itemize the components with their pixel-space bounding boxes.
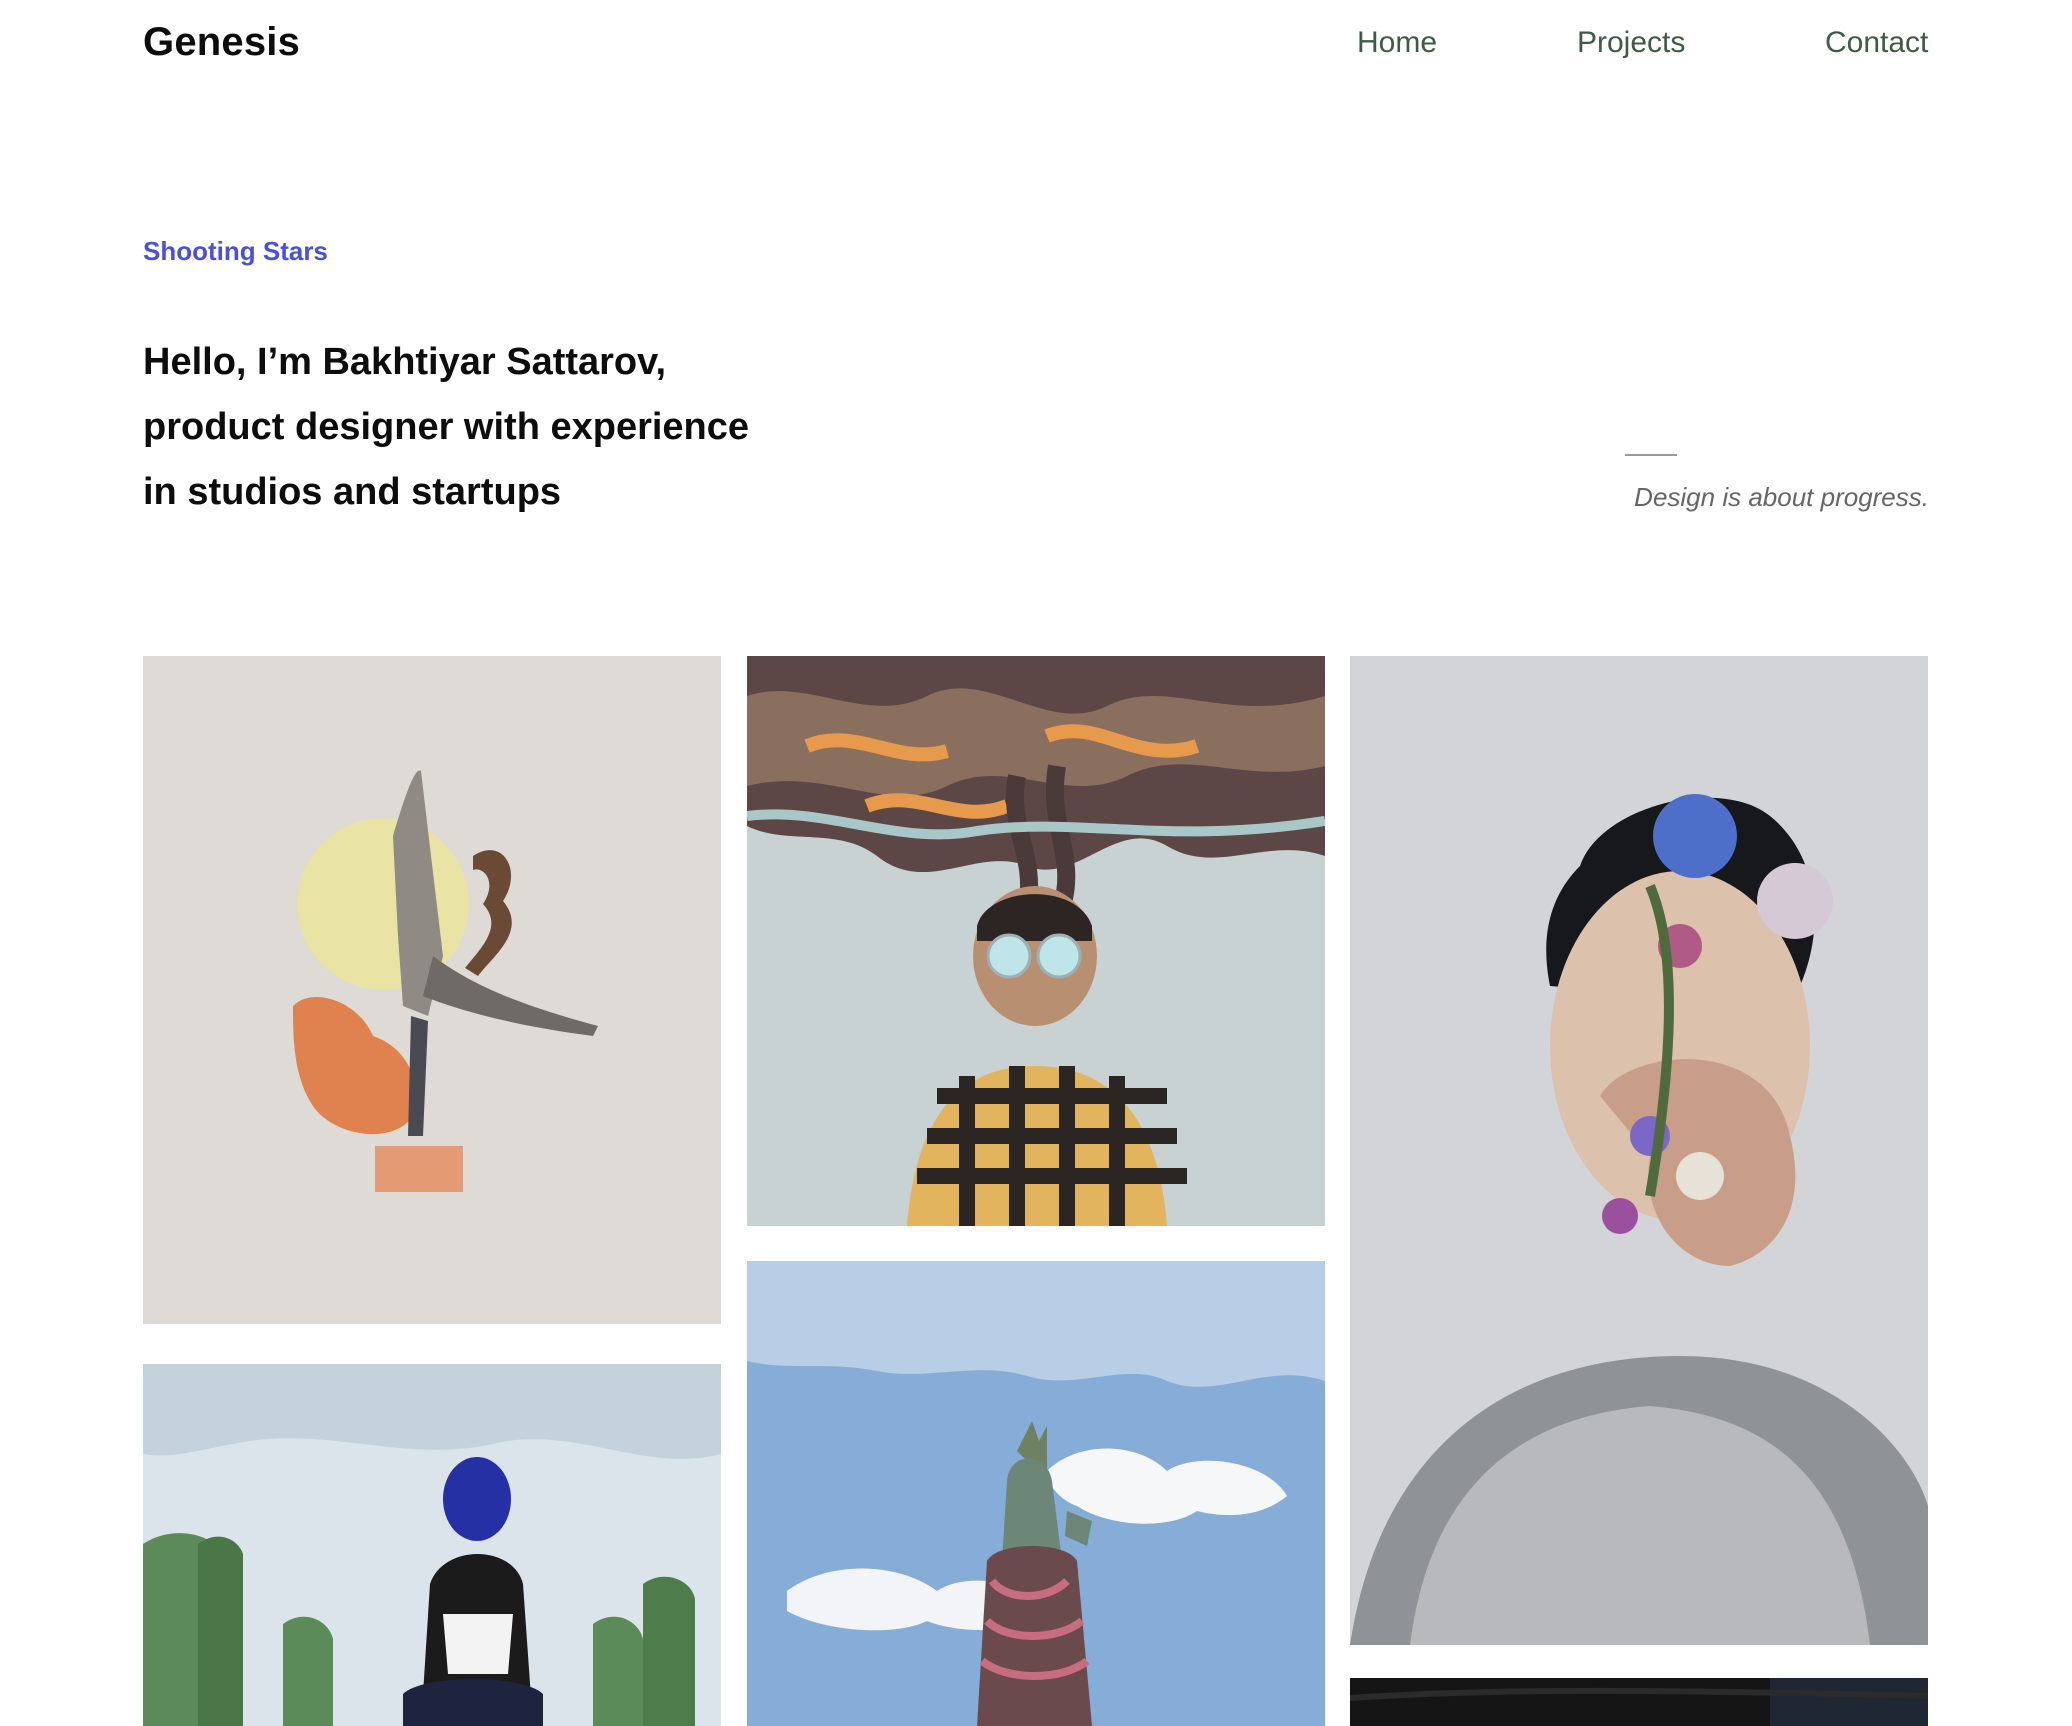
nav-contact-link[interactable]: Contact [1825,26,1928,60]
nav-home-link[interactable]: Home [1357,26,1437,60]
gallery-image-dancer-collage[interactable] [143,656,721,1324]
hero-tagline: Design is about progress. [1634,482,1929,512]
gallery-image-statue-of-liberty[interactable] [747,1261,1325,1726]
dark-photo [1350,1678,1928,1726]
tagline-divider [1625,454,1677,456]
statue-of-liberty-photo [747,1261,1325,1726]
gallery-image-flower-face[interactable] [1350,656,1928,1645]
glasses-clouds-illustration [747,656,1325,1226]
gallery-image-dark[interactable] [1350,1678,1928,1726]
hero-eyebrow: Shooting Stars [143,236,328,266]
nav-projects-link[interactable]: Projects [1577,26,1685,60]
flower-face-photo [1350,656,1928,1645]
site-header: Genesis Home Projects Contact [143,0,1929,90]
headline-line-3: in studios and startups [143,471,562,513]
gallery-image-glasses-clouds[interactable] [747,656,1325,1226]
hero-headline: Hello, I’m Bakhtiyar Sattarov, product d… [143,330,843,525]
site-logo[interactable]: Genesis [143,20,300,65]
blue-balloon-photo [143,1364,721,1726]
gallery-image-blue-balloon[interactable] [143,1364,721,1726]
dancer-collage-illustration [143,656,721,1324]
headline-line-2: product designer with experience [143,406,750,448]
headline-line-1: Hello, I’m Bakhtiyar Sattarov, [143,341,667,383]
